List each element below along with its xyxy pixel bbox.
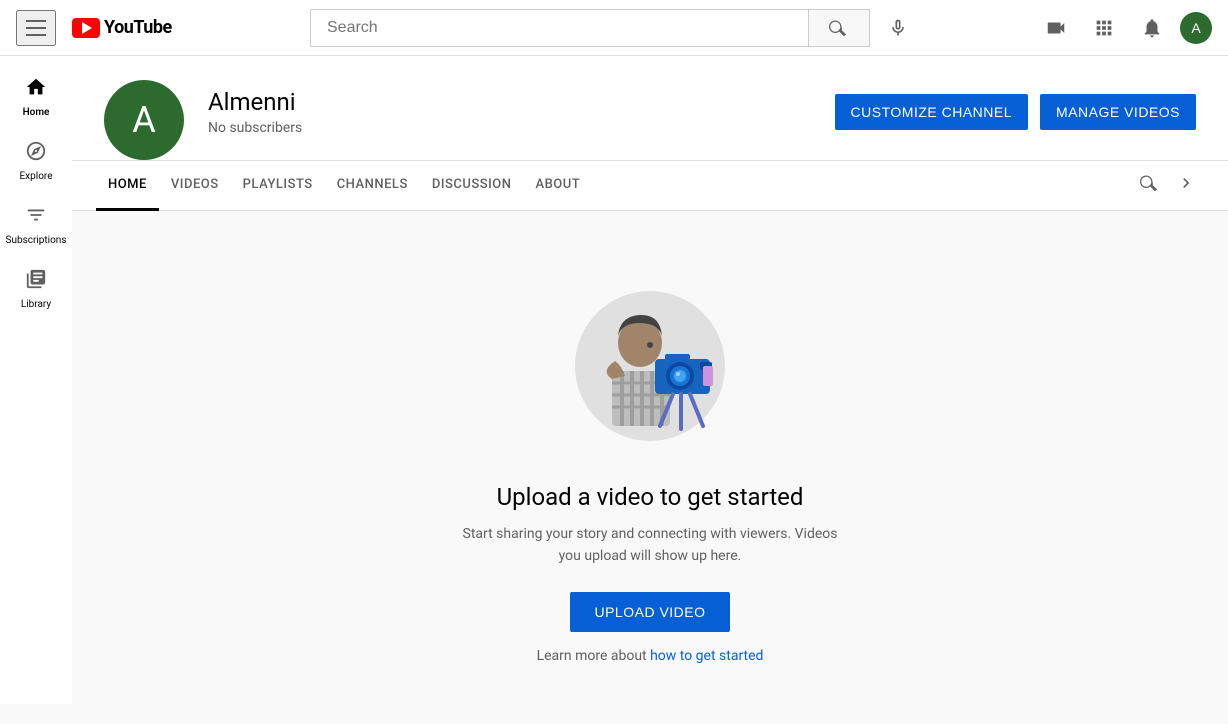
sidebar-item-subscriptions[interactable]: Subscriptions [0, 192, 72, 256]
tab-about[interactable]: ABOUT [523, 161, 592, 211]
top-navigation: YouTube [0, 0, 1228, 56]
sidebar-item-explore[interactable]: Explore [0, 128, 72, 192]
nav-right: A [972, 8, 1212, 48]
learn-more-text: Learn more about how to get started [537, 648, 764, 664]
notifications-button[interactable] [1132, 8, 1172, 48]
subscriptions-icon [25, 204, 47, 231]
manage-videos-button[interactable]: MANAGE VIDEOS [1040, 94, 1196, 130]
learn-more-link[interactable]: how to get started [650, 648, 763, 664]
tab-playlists[interactable]: PLAYLISTS [231, 161, 325, 211]
mic-button[interactable] [878, 8, 918, 48]
learn-more-prefix: Learn more about [537, 648, 651, 664]
content-area: Upload a video to get started Start shar… [72, 211, 1228, 724]
chevron-right-icon [1176, 173, 1196, 193]
library-icon [25, 268, 47, 295]
camera-icon [1045, 17, 1067, 39]
upload-video-cta-button[interactable]: UPLOAD VIDEO [570, 592, 729, 632]
channel-header: A Almenni No subscribers CUSTOMIZE CHANN… [72, 56, 1228, 161]
sidebar-home-label: Home [23, 107, 50, 118]
empty-state-description: Start sharing your story and connecting … [460, 523, 840, 568]
sidebar-subscriptions-label: Subscriptions [6, 235, 67, 246]
search-bar [310, 9, 870, 47]
apps-button[interactable] [1084, 8, 1124, 48]
sidebar-item-library[interactable]: Library [0, 256, 72, 320]
nav-center [256, 8, 972, 48]
nav-left: YouTube [16, 10, 256, 46]
tabs-search-button[interactable] [1132, 165, 1168, 206]
mic-icon [888, 18, 908, 38]
sidebar-item-home[interactable]: Home [0, 64, 72, 128]
tabs-search-icon [1140, 173, 1160, 193]
sidebar-explore-label: Explore [20, 171, 53, 182]
channel-actions: CUSTOMIZE CHANNEL MANAGE VIDEOS [835, 94, 1196, 146]
tab-channels[interactable]: CHANNELS [325, 161, 420, 211]
channel-tabs: HOME VIDEOS PLAYLISTS CHANNELS DISCUSSIO… [72, 161, 1228, 211]
channel-subscribers: No subscribers [208, 120, 811, 136]
customize-channel-button[interactable]: CUSTOMIZE CHANNEL [835, 94, 1028, 130]
channel-info: Almenni No subscribers [208, 88, 811, 152]
home-icon [25, 76, 47, 103]
user-avatar-button[interactable]: A [1180, 12, 1212, 44]
youtube-icon [72, 18, 100, 38]
search-icon [829, 18, 849, 38]
empty-state-illustration [560, 271, 740, 451]
channel-avatar: A [104, 80, 184, 160]
upload-video-button[interactable] [1036, 8, 1076, 48]
tab-home[interactable]: HOME [96, 161, 159, 211]
explore-icon [25, 140, 47, 167]
empty-state-title: Upload a video to get started [497, 483, 804, 511]
hamburger-menu[interactable] [16, 10, 56, 46]
channel-name: Almenni [208, 88, 811, 116]
main-content: A Almenni No subscribers CUSTOMIZE CHANN… [72, 56, 1228, 724]
sidebar-library-label: Library [21, 299, 51, 310]
search-input[interactable] [311, 11, 808, 45]
tabs-more-button[interactable] [1168, 165, 1204, 206]
videographer-illustration [560, 271, 740, 451]
bell-icon [1141, 17, 1163, 39]
tab-videos[interactable]: VIDEOS [159, 161, 231, 211]
sidebar: Home Explore Subscriptions Library [0, 56, 72, 704]
youtube-wordmark: YouTube [104, 17, 172, 38]
tab-discussion[interactable]: DISCUSSION [420, 161, 524, 211]
youtube-logo[interactable]: YouTube [72, 17, 172, 38]
search-button[interactable] [808, 10, 869, 46]
apps-icon [1093, 17, 1115, 39]
